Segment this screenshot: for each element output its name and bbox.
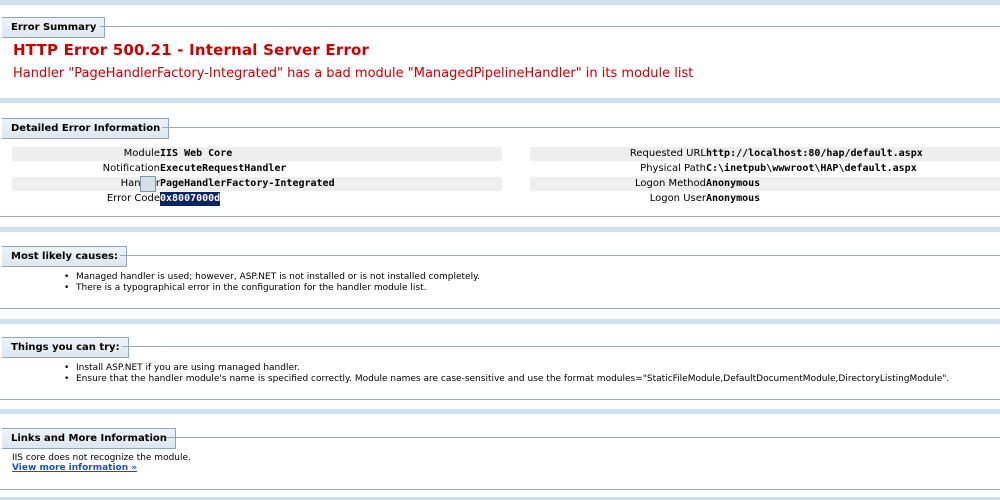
section-rule xyxy=(0,308,1000,309)
separator-bar xyxy=(0,227,1000,232)
view-more-link[interactable]: View more information » xyxy=(12,463,137,473)
header-rule xyxy=(122,346,1000,347)
detail-value: Anonymous xyxy=(706,178,761,189)
detailed-error-tab: Detailed Error Information xyxy=(2,118,170,139)
detail-row-logon-method: Logon Method Anonymous xyxy=(530,177,1000,191)
detail-label: Notification xyxy=(102,163,160,174)
detail-value: Anonymous xyxy=(706,193,761,204)
detail-value: http://localhost:80/hap/default.aspx xyxy=(706,148,923,159)
section-rule xyxy=(0,216,1000,217)
detail-row-physical-path: Physical Path C:\inetpub\wwwroot\HAP\def… xyxy=(530,162,1000,176)
list-item: Managed handler is used; however, ASP.NE… xyxy=(64,272,480,283)
detail-row-logon-user: Logon User Anonymous xyxy=(530,192,1000,206)
causes-tab: Most likely causes: xyxy=(2,246,127,267)
error-message: Handler "PageHandlerFactory-Integrated" … xyxy=(13,66,694,81)
list-item: There is a typographical error in the co… xyxy=(64,283,480,294)
links-text: IIS core does not recognize the module. xyxy=(12,453,191,463)
separator-bar xyxy=(0,0,1000,5)
drag-cursor-icon xyxy=(140,176,156,192)
detail-label: Requested URL xyxy=(629,148,706,159)
detail-value: PageHandlerFactory-Integrated xyxy=(160,178,335,189)
detail-row-module: Module IIS Web Core xyxy=(12,147,502,161)
header-rule xyxy=(120,255,1000,256)
list-item: Install ASP.NET if you are using managed… xyxy=(64,363,949,374)
causes-list: Managed handler is used; however, ASP.NE… xyxy=(64,272,480,294)
try-tab: Things you can try: xyxy=(2,337,129,358)
error-summary-tab: Error Summary xyxy=(2,17,106,38)
detail-label: Logon Method xyxy=(634,178,706,189)
detail-value: C:\inetpub\wwwroot\HAP\default.aspx xyxy=(706,163,917,174)
separator-bar xyxy=(0,319,1000,324)
section-rule xyxy=(0,489,1000,490)
list-item: Ensure that the handler module's name is… xyxy=(64,374,949,385)
links-tab: Links and More Information xyxy=(2,428,176,449)
detail-value: ExecuteRequestHandler xyxy=(160,163,287,174)
header-rule xyxy=(162,127,1000,128)
detail-row-requested-url: Requested URL http://localhost:80/hap/de… xyxy=(530,147,1000,161)
header-rule xyxy=(166,437,1000,438)
detail-label: Module xyxy=(123,148,160,159)
detail-label: Error Code xyxy=(106,193,160,204)
section-rule xyxy=(0,399,1000,400)
detail-label: Physical Path xyxy=(640,163,706,174)
iis-error-page: Error Summary HTTP Error 500.21 - Intern… xyxy=(0,0,1000,500)
error-title: HTTP Error 500.21 - Internal Server Erro… xyxy=(13,41,370,59)
detail-row-notification: Notification ExecuteRequestHandler xyxy=(12,162,502,176)
detail-value: IIS Web Core xyxy=(160,148,233,159)
detail-row-error-code: Error Code 0x8007000d xyxy=(12,192,502,206)
try-list: Install ASP.NET if you are using managed… xyxy=(64,363,949,385)
separator-bar xyxy=(0,98,1000,103)
detail-row-handler: Handler PageHandlerFactory-Integrated xyxy=(12,177,502,191)
separator-bar xyxy=(0,409,1000,414)
detail-value-selected[interactable]: 0x8007000d xyxy=(160,192,221,206)
detail-label: Logon User xyxy=(649,193,706,204)
header-rule xyxy=(100,26,1000,27)
